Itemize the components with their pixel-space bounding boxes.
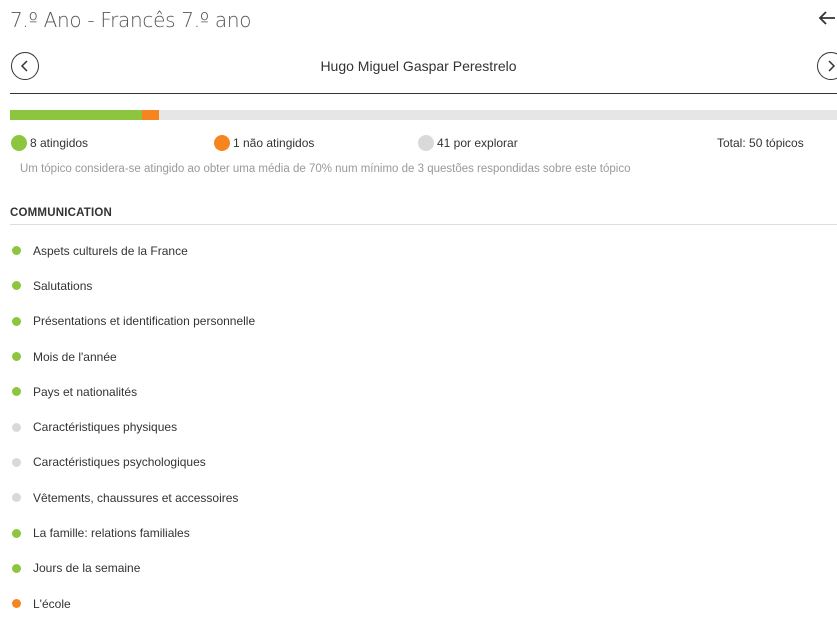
status-dot-icon [12, 316, 21, 326]
topic-item[interactable]: Caractéristiques psychologiques [12, 445, 255, 480]
topic-item[interactable]: Présentations et identification personne… [12, 304, 255, 339]
section-divider [10, 224, 837, 225]
status-dot-icon [12, 599, 21, 609]
status-dot-icon [12, 457, 21, 467]
topic-label: Salutations [33, 278, 93, 293]
topic-item[interactable]: Pays et nationalités [12, 374, 255, 409]
topic-item[interactable]: Salutations [12, 268, 255, 303]
grey-dot-icon [418, 135, 434, 151]
topic-item[interactable]: Jours de la semaine [12, 551, 255, 586]
topic-item[interactable]: Caractéristiques physiques [12, 409, 255, 444]
section-title: COMMUNICATION [10, 207, 113, 219]
chevron-right-icon [828, 60, 836, 72]
status-dot-icon [12, 493, 21, 503]
arrow-left-icon[interactable] [818, 8, 837, 30]
green-dot-icon [11, 135, 27, 151]
progress-achieved-segment [10, 110, 143, 120]
status-dot-icon [12, 352, 21, 362]
topic-item[interactable]: L'école [12, 586, 255, 621]
orange-dot-icon [214, 135, 230, 151]
legend-to-explore-label: 41 por explorar [437, 136, 518, 150]
status-dot-icon [12, 387, 21, 397]
legend-not-achieved: 1 não atingidos [214, 135, 314, 151]
topic-label: Jours de la semaine [33, 561, 141, 576]
topic-item[interactable]: La famille: relations familiales [12, 515, 255, 550]
progress-not-achieved-segment [142, 110, 159, 120]
topic-label: Pays et nationalités [33, 384, 138, 399]
student-name: Hugo Miguel Gaspar Perestrelo [320, 58, 517, 74]
status-dot-icon [12, 563, 21, 573]
topic-label: Mois de l'année [33, 349, 117, 364]
status-dot-icon [12, 246, 21, 256]
topic-label: Vêtements, chaussures et accessoires [33, 490, 239, 505]
topic-label: Présentations et identification personne… [33, 314, 256, 329]
next-student-button[interactable] [817, 52, 837, 80]
topic-label: L'école [33, 596, 71, 611]
legend-achieved: 8 atingidos [11, 135, 88, 151]
topic-item[interactable]: Vêtements, chaussures et accessoires [12, 480, 255, 515]
status-dot-icon [12, 422, 21, 432]
topic-label: Aspets culturels de la France [33, 243, 188, 258]
legend-total: Total: 50 tópicos [717, 136, 804, 150]
achievement-note: Um tópico considera-se atingido ao obter… [20, 163, 631, 175]
topic-list: Aspets culturels de la France Salutations… [12, 233, 255, 621]
topic-item[interactable]: Mois de l'année [12, 339, 255, 374]
status-dot-icon [12, 281, 21, 291]
progress-legend: 8 atingidos 1 não atingidos 41 por explo… [0, 135, 837, 151]
topic-label: La famille: relations familiales [33, 526, 190, 541]
header-divider [10, 93, 837, 94]
progress-bar [10, 110, 837, 120]
legend-not-achieved-label: 1 não atingidos [233, 136, 315, 150]
legend-achieved-label: 8 atingidos [30, 136, 89, 150]
topic-item[interactable]: Aspets culturels de la France [12, 233, 255, 268]
topic-label: Caractéristiques physiques [33, 420, 178, 435]
topic-label: Caractéristiques psychologiques [33, 455, 206, 470]
legend-to-explore: 41 por explorar [418, 135, 518, 151]
status-dot-icon [12, 528, 21, 538]
page-title: 7.º Ano - Francês 7.º ano [10, 8, 252, 32]
